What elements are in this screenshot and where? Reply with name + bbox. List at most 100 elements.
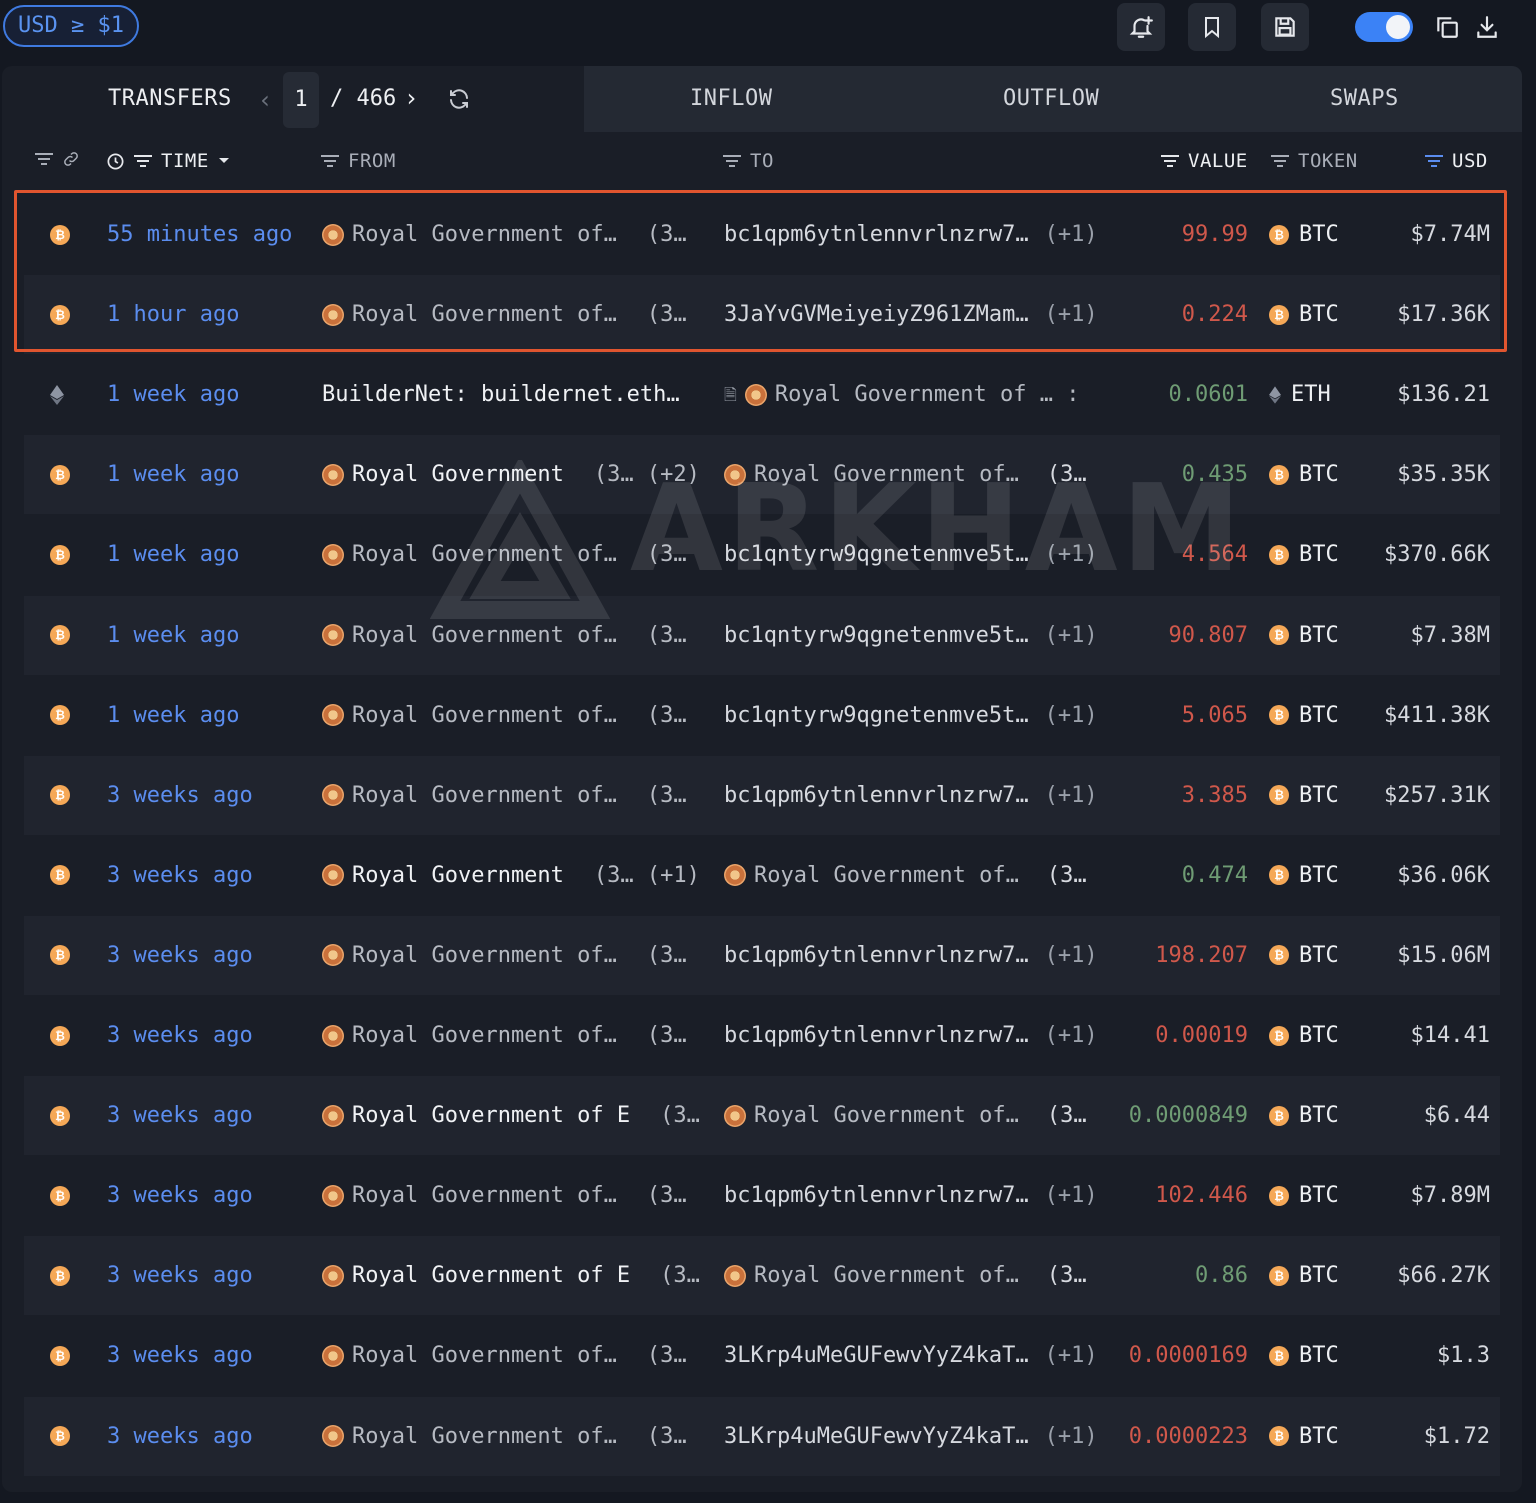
time-link[interactable]: 3 weeks ago bbox=[107, 756, 253, 835]
from-entity[interactable]: Royal Government of E (3… bbox=[322, 1076, 700, 1155]
save-button[interactable] bbox=[1261, 3, 1309, 51]
from-entity[interactable]: Royal Government (3… (+1) bbox=[322, 836, 700, 915]
from-entity[interactable]: Royal Government of… (3… bbox=[322, 515, 687, 594]
table-row[interactable]: ₿ 3 weeks ago Royal Government of… (3… bc1qp… bbox=[24, 1156, 1500, 1236]
table-row[interactable]: ₿ 3 weeks ago Royal Government of E (3… Roya… bbox=[24, 1236, 1500, 1316]
time-link[interactable]: 3 weeks ago bbox=[107, 1236, 253, 1315]
to-entity[interactable]: bc1qpm6ytnlennvrlnzrw7… (+1) bbox=[724, 195, 1098, 274]
table-row[interactable]: ₿ 3 weeks ago Royal Government of… (3… 3LKrp… bbox=[24, 1396, 1500, 1476]
token[interactable]: ₿ BTC bbox=[1269, 1236, 1339, 1315]
token[interactable]: ₿ BTC bbox=[1269, 515, 1339, 594]
from-entity[interactable]: Royal Government of… (3… bbox=[322, 195, 687, 274]
token[interactable]: ₿ BTC bbox=[1269, 1397, 1339, 1476]
table-row[interactable]: ₿ 55 minutes ago Royal Government of… (3… bc… bbox=[24, 195, 1500, 274]
tab-swaps[interactable]: SWAPS bbox=[1330, 86, 1399, 111]
to-entity[interactable]: bc1qpm6ytnlennvrlnzrw7… (+1) bbox=[724, 756, 1098, 835]
header-token[interactable]: TOKEN bbox=[1270, 150, 1358, 172]
to-entity[interactable]: bc1qntyrw9qgnetenmve5t… (+1) bbox=[724, 676, 1098, 755]
time-link[interactable]: 3 weeks ago bbox=[107, 836, 253, 915]
from-entity[interactable]: Royal Government of… (3… bbox=[322, 275, 687, 354]
to-more-count[interactable]: (+1) bbox=[1045, 756, 1098, 835]
to-entity[interactable]: 3LKrp4uMeGUFewvYyZ4kaT… (+1) bbox=[724, 1397, 1098, 1476]
time-link[interactable]: 3 weeks ago bbox=[107, 1397, 253, 1476]
refresh-icon[interactable] bbox=[447, 87, 471, 111]
token[interactable]: ETH bbox=[1269, 355, 1331, 434]
copy-icon[interactable] bbox=[1434, 14, 1460, 40]
table-row[interactable]: ₿ 3 weeks ago Royal Government of E (3… Roya… bbox=[24, 1076, 1500, 1156]
from-entity[interactable]: Royal Government of… (3… bbox=[322, 1316, 687, 1395]
tab-transfers[interactable]: TRANSFERS bbox=[108, 86, 232, 111]
time-link[interactable]: 3 weeks ago bbox=[107, 1076, 253, 1155]
token[interactable]: ₿ BTC bbox=[1269, 916, 1339, 995]
table-row[interactable]: ₿ 3 weeks ago Royal Government of… (3… bc1qp… bbox=[24, 996, 1500, 1075]
to-entity[interactable]: bc1qpm6ytnlennvrlnzrw7… (+1) bbox=[724, 916, 1098, 995]
to-more-count[interactable]: (+1) bbox=[1045, 916, 1098, 995]
token[interactable]: ₿ BTC bbox=[1269, 596, 1339, 675]
to-more-count[interactable]: (+1) bbox=[1045, 996, 1098, 1075]
from-entity[interactable]: Royal Government of… (3… bbox=[322, 916, 687, 995]
table-row[interactable]: 1 week ago BuilderNet: buildernet.eth… 🗎 Ro… bbox=[24, 355, 1500, 435]
table-row[interactable]: ₿ 1 week ago Royal Government of… (3… bc1qnt… bbox=[24, 595, 1500, 675]
to-entity[interactable]: 🗎 Royal Government of … : bbox=[724, 355, 1080, 434]
to-more-count[interactable]: (+1) bbox=[1045, 596, 1098, 675]
table-row[interactable]: ₿ 3 weeks ago Royal Government of… (3… bc1qp… bbox=[24, 915, 1500, 995]
to-entity[interactable]: bc1qpm6ytnlennvrlnzrw7… (+1) bbox=[724, 1156, 1098, 1235]
header-to[interactable]: TO bbox=[722, 150, 774, 172]
to-entity[interactable]: 3LKrp4uMeGUFewvYyZ4kaT… (+1) bbox=[724, 1316, 1098, 1395]
header-filter-link[interactable] bbox=[34, 150, 80, 168]
page-number-input[interactable]: 1 bbox=[283, 72, 319, 128]
usd-filter-chip[interactable]: USD ≥ $1 bbox=[3, 5, 139, 47]
to-more-count[interactable]: (+1) bbox=[1045, 1397, 1098, 1476]
to-entity[interactable]: Royal Government of… (3… bbox=[724, 1076, 1087, 1155]
token[interactable]: ₿ BTC bbox=[1269, 435, 1339, 514]
to-entity[interactable]: Royal Government of… (3… bbox=[724, 435, 1087, 514]
time-link[interactable]: 1 week ago bbox=[107, 515, 239, 594]
to-entity[interactable]: bc1qpm6ytnlennvrlnzrw7… (+1) bbox=[724, 996, 1098, 1075]
time-link[interactable]: 1 week ago bbox=[107, 435, 239, 514]
token[interactable]: ₿ BTC bbox=[1269, 195, 1339, 274]
from-entity[interactable]: Royal Government of… (3… bbox=[322, 1397, 687, 1476]
header-value[interactable]: VALUE bbox=[1160, 150, 1248, 172]
to-entity[interactable]: Royal Government of… (3… bbox=[724, 836, 1087, 915]
chevron-right-icon[interactable]: › bbox=[404, 84, 418, 112]
token[interactable]: ₿ BTC bbox=[1269, 1156, 1339, 1235]
to-entity[interactable]: bc1qntyrw9qgnetenmve5t… (+1) bbox=[724, 515, 1098, 594]
table-row[interactable]: ₿ 3 weeks ago Royal Government (3… (+1) Roya… bbox=[24, 835, 1500, 915]
time-link[interactable]: 55 minutes ago bbox=[107, 195, 292, 274]
header-usd[interactable]: USD bbox=[1424, 150, 1488, 172]
table-row[interactable]: ₿ 1 week ago Royal Government of… (3… bc1qnt… bbox=[24, 675, 1500, 755]
view-toggle[interactable] bbox=[1355, 12, 1413, 42]
header-time[interactable]: TIME bbox=[106, 150, 231, 172]
to-more-count[interactable]: (+1) bbox=[1045, 195, 1098, 274]
from-entity[interactable]: Royal Government of… (3… bbox=[322, 1156, 687, 1235]
to-entity[interactable]: bc1qntyrw9qgnetenmve5t… (+1) bbox=[724, 596, 1098, 675]
token[interactable]: ₿ BTC bbox=[1269, 996, 1339, 1075]
add-alert-button[interactable] bbox=[1117, 3, 1165, 51]
time-link[interactable]: 3 weeks ago bbox=[107, 916, 253, 995]
to-more-count[interactable]: (+1) bbox=[1045, 1316, 1098, 1395]
header-from[interactable]: FROM bbox=[320, 150, 396, 172]
token[interactable]: ₿ BTC bbox=[1269, 676, 1339, 755]
to-entity[interactable]: 3JaYvGVMeiyeiyZ961ZMam… (+1) bbox=[724, 275, 1098, 354]
table-row[interactable]: ₿ 3 weeks ago Royal Government of… (3… 3LKrp… bbox=[24, 1316, 1500, 1396]
to-more-count[interactable]: (+1) bbox=[1045, 275, 1098, 354]
from-entity[interactable]: Royal Government of… (3… bbox=[322, 596, 687, 675]
to-more-count[interactable]: (+1) bbox=[1045, 1156, 1098, 1235]
token[interactable]: ₿ BTC bbox=[1269, 836, 1339, 915]
time-link[interactable]: 1 hour ago bbox=[107, 275, 239, 354]
tab-inflow[interactable]: INFLOW bbox=[690, 86, 772, 111]
token[interactable]: ₿ BTC bbox=[1269, 756, 1339, 835]
table-row[interactable]: ₿ 1 week ago Royal Government of… (3… bc1qnt… bbox=[24, 515, 1500, 595]
from-entity[interactable]: Royal Government of… (3… bbox=[322, 756, 687, 835]
download-icon[interactable] bbox=[1474, 14, 1500, 40]
to-entity[interactable]: Royal Government of… (3… bbox=[724, 1236, 1087, 1315]
from-entity[interactable]: Royal Government (3… (+2) bbox=[322, 435, 700, 514]
table-row[interactable]: ₿ 1 hour ago Royal Government of… (3… 3JaYvG… bbox=[24, 275, 1500, 355]
bookmark-button[interactable] bbox=[1188, 3, 1236, 51]
table-row[interactable]: ₿ 3 weeks ago Royal Government of… (3… bc1qp… bbox=[24, 755, 1500, 835]
time-link[interactable]: 3 weeks ago bbox=[107, 996, 253, 1075]
to-more-count[interactable]: (+1) bbox=[1045, 515, 1098, 594]
time-link[interactable]: 1 week ago bbox=[107, 355, 239, 434]
tab-outflow[interactable]: OUTFLOW bbox=[1003, 86, 1099, 111]
token[interactable]: ₿ BTC bbox=[1269, 1076, 1339, 1155]
